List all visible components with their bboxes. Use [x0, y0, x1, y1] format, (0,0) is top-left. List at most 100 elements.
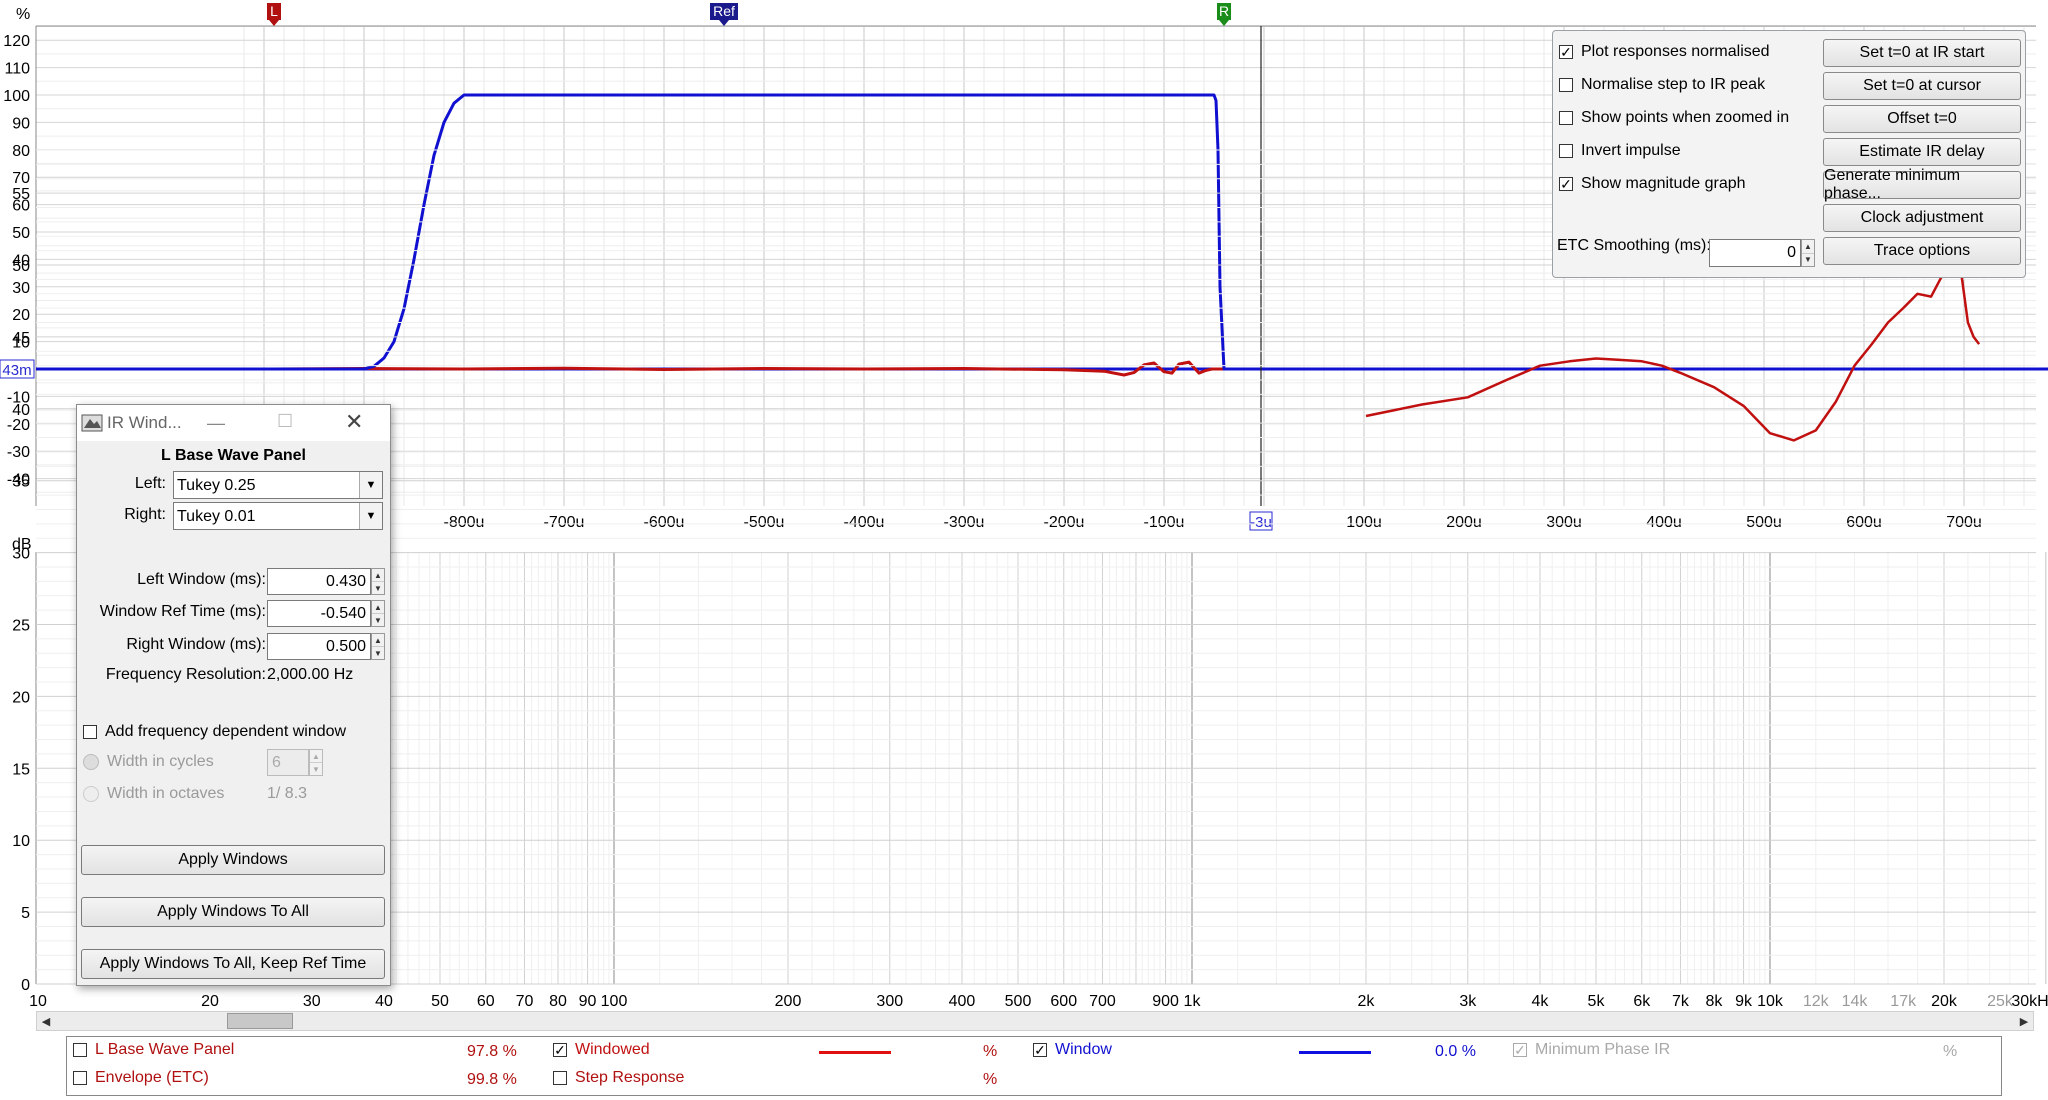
option-button-3[interactable]: Estimate IR delay — [1823, 138, 2021, 166]
option-checkbox[interactable]: ✓ — [1559, 177, 1573, 191]
legend-item-window[interactable]: ✓ Window — [1033, 1041, 1112, 1059]
option-row-2[interactable]: Show points when zoomed in — [1559, 109, 1789, 127]
etc-smoothing-input[interactable]: 0 — [1709, 239, 1801, 267]
width-octaves-value: 1/ 8.3 — [267, 785, 308, 802]
lower-x-tick: 60 — [477, 993, 495, 1010]
upper-y-tick: 90 — [12, 115, 30, 132]
option-button-1[interactable]: Set t=0 at cursor — [1823, 72, 2021, 100]
option-row-3[interactable]: Invert impulse — [1559, 142, 1681, 160]
window-line-swatch — [1299, 1051, 1371, 1054]
option-row-4[interactable]: ✓ Show magnitude graph — [1559, 175, 1746, 193]
legend-value: % — [1943, 1043, 1958, 1060]
apply-windows-button[interactable]: Apply Windows — [81, 845, 385, 875]
right-window-type-label: Right: — [124, 506, 166, 523]
lower-y-tick: 45 — [12, 330, 30, 347]
right-window-label: Right Window (ms): — [126, 636, 266, 653]
right-window-input[interactable]: 0.500 — [267, 633, 371, 660]
fdw-checkbox-row[interactable]: Add frequency dependent window — [83, 723, 346, 741]
option-checkbox[interactable]: ✓ — [1559, 45, 1573, 59]
etc-smoothing-spinner[interactable]: ▲ ▼ — [1801, 239, 1815, 267]
option-row-0[interactable]: ✓ Plot responses normalised — [1559, 43, 1770, 61]
legend-item-l-base-wave-panel[interactable]: L Base Wave Panel — [73, 1041, 234, 1059]
upper-x-tick: -100u — [1144, 514, 1185, 531]
lower-x-tick: 40 — [375, 993, 393, 1010]
legend-label: Minimum Phase IR — [1535, 1041, 1671, 1058]
option-label: Normalise step to IR peak — [1581, 76, 1766, 93]
scroll-right-icon[interactable]: ▶ — [2015, 1012, 2033, 1030]
legend-item-envelope-etc[interactable]: Envelope (ETC) — [73, 1069, 209, 1087]
option-checkbox[interactable] — [1559, 144, 1573, 158]
lower-x-tick: 700 — [1089, 993, 1116, 1010]
lower-x-tick: 500 — [1005, 993, 1032, 1010]
horizontal-scrollbar[interactable]: ◀ ▶ — [36, 1011, 2034, 1031]
legend-item-windowed[interactable]: ✓ Windowed — [553, 1041, 650, 1059]
legend-item-minimum-phase-ir[interactable]: ✓ Minimum Phase IR — [1513, 1041, 1670, 1059]
width-cycles-radio — [83, 754, 99, 770]
left-window-spinner[interactable]: ▲ ▼ — [371, 568, 385, 595]
legend-checkbox[interactable] — [553, 1071, 567, 1085]
upper-y-tick: 80 — [12, 143, 30, 160]
legend-item-step-response[interactable]: Step Response — [553, 1069, 684, 1087]
chevron-down-icon[interactable]: ▼ — [359, 503, 382, 529]
option-checkbox[interactable] — [1559, 111, 1573, 125]
zero-offset-label: 43m — [2, 362, 31, 379]
marker-l[interactable]: L — [267, 3, 281, 26]
close-icon[interactable]: ✕ — [345, 409, 363, 435]
scroll-left-icon[interactable]: ◀ — [37, 1012, 55, 1030]
width-cycles-row: Width in cycles — [83, 753, 214, 771]
right-window-type-select[interactable]: Tukey 0.01 ▼ — [173, 502, 383, 530]
scroll-thumb[interactable] — [227, 1013, 293, 1029]
marker-r[interactable]: R — [1217, 3, 1231, 26]
upper-x-tick: 700u — [1946, 514, 1982, 531]
window-ref-time-input[interactable]: -0.540 — [267, 600, 371, 627]
option-button-4[interactable]: Generate minimum phase... — [1823, 167, 2021, 202]
upper-x-tick: -400u — [844, 514, 885, 531]
left-window-input[interactable]: 0.430 — [267, 568, 371, 595]
maximize-icon: ☐ — [277, 411, 294, 431]
lower-y-tick: 25 — [12, 618, 30, 635]
legend-checkbox[interactable]: ✓ — [1033, 1043, 1047, 1057]
lower-x-tick: 12k — [1803, 993, 1830, 1010]
lower-y-tick: 10 — [12, 833, 30, 850]
option-button-2[interactable]: Offset t=0 — [1823, 105, 2021, 133]
right-window-spinner[interactable]: ▲ ▼ — [371, 633, 385, 660]
option-label: Show magnitude graph — [1581, 175, 1746, 192]
minimize-icon[interactable]: — — [207, 413, 225, 434]
width-cycles-spinner: ▲ ▼ — [309, 749, 323, 776]
apply-windows-to-all-keep-ref-button[interactable]: Apply Windows To All, Keep Ref Time — [81, 949, 385, 979]
left-window-type-select[interactable]: Tukey 0.25 ▼ — [173, 471, 383, 499]
upper-x-tick: 100u — [1346, 514, 1382, 531]
upper-x-tick: 300u — [1546, 514, 1582, 531]
fdw-checkbox[interactable] — [83, 725, 97, 739]
legend-value: 97.8 % — [467, 1043, 517, 1060]
marker-ref[interactable]: Ref — [710, 3, 738, 26]
chevron-down-icon[interactable]: ▼ — [359, 472, 382, 498]
apply-windows-to-all-button[interactable]: Apply Windows To All — [81, 897, 385, 927]
legend-checkbox[interactable] — [73, 1043, 87, 1057]
legend-value: % — [983, 1043, 998, 1060]
lower-y-tick: 20 — [12, 689, 30, 706]
lower-x-tick: 10k — [1757, 993, 1784, 1010]
marker-pointer — [719, 20, 729, 26]
option-row-1[interactable]: Normalise step to IR peak — [1559, 76, 1765, 94]
legend-checkbox[interactable]: ✓ — [553, 1043, 567, 1057]
option-button-6[interactable]: Trace options — [1823, 237, 2021, 265]
lower-x-tick: 50 — [431, 993, 449, 1010]
option-checkbox[interactable] — [1559, 78, 1573, 92]
upper-x-tick: -200u — [1044, 514, 1085, 531]
options-panel: ✓ Plot responses normalised Normalise step… — [1552, 30, 2026, 278]
dialog-titlebar[interactable]: IR Wind... — ☐ ✕ — [77, 405, 390, 441]
etc-smoothing-label: ETC Smoothing (ms): — [1557, 237, 1711, 254]
option-button-0[interactable]: Set t=0 at IR start — [1823, 39, 2021, 67]
legend-checkbox[interactable] — [73, 1071, 87, 1085]
lower-x-tick: 90 — [579, 993, 597, 1010]
upper-x-tick: 400u — [1646, 514, 1682, 531]
option-button-5[interactable]: Clock adjustment — [1823, 204, 2021, 232]
lower-x-tick: 200 — [775, 993, 802, 1010]
window-ref-time-spinner[interactable]: ▲ ▼ — [371, 600, 385, 627]
upper-y-tick: 20 — [12, 307, 30, 324]
app-icon — [81, 412, 103, 434]
legend-checkbox[interactable]: ✓ — [1513, 1043, 1527, 1057]
lower-x-tick: 70 — [516, 993, 534, 1010]
legend-value: 0.0 % — [1435, 1043, 1476, 1060]
